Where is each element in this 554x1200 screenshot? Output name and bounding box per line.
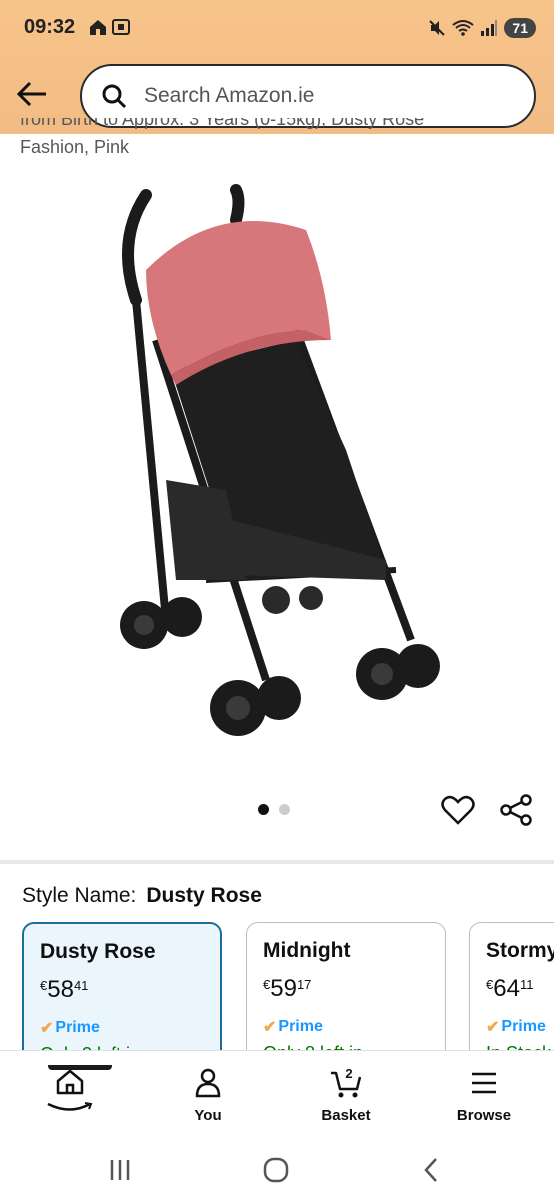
system-navigation-bar (0, 1140, 554, 1200)
nav-home[interactable] (10, 1065, 130, 1113)
pagination-dot-active[interactable] (258, 804, 269, 815)
menu-icon (472, 1072, 496, 1094)
back-arrow-icon[interactable] (14, 78, 50, 110)
variant-card-midnight[interactable]: Midnight €5917 ✔Prime Only 8 left in (246, 922, 446, 1052)
product-image[interactable] (96, 180, 456, 760)
nav-you[interactable]: You (148, 1065, 268, 1124)
variant-name: Stormy (486, 939, 554, 962)
back-button-icon[interactable] (414, 1152, 450, 1188)
image-pagination (258, 804, 290, 815)
recent-apps-icon[interactable] (102, 1152, 138, 1188)
variant-price: €5841 (40, 976, 89, 1003)
active-tab-indicator (48, 1065, 112, 1070)
home-button-icon[interactable] (258, 1152, 294, 1188)
user-icon (195, 1068, 221, 1098)
prime-badge: ✔ Prime (486, 1018, 546, 1036)
nav-basket-label: Basket (321, 1107, 371, 1124)
prime-check-icon: ✔ (486, 1019, 500, 1036)
home-status-icon (90, 20, 106, 35)
section-divider (0, 860, 554, 864)
prime-check-icon: ✔ (263, 1019, 277, 1036)
product-title-line-1: from Birth to Approx. 3 Years (0-15kg), … (20, 118, 425, 129)
style-name-value: Dusty Rose (146, 884, 262, 907)
home-icon (56, 1069, 84, 1095)
variant-cards: Dusty Rose €5841 ✔Prime Only 3 left in M… (22, 922, 554, 1052)
screen-record-icon (112, 19, 130, 35)
share-icon[interactable] (498, 792, 534, 828)
nav-you-label: You (194, 1107, 222, 1124)
product-title-line-2: Fashion, Pink (20, 137, 130, 157)
signal-icon (481, 20, 498, 36)
variant-name: Dusty Rose (40, 940, 156, 963)
heart-icon[interactable] (440, 792, 476, 828)
status-bar: 09:32 71 (0, 0, 554, 56)
prime-badge: ✔ Prime (40, 1019, 100, 1037)
style-name-label: Style Name: (22, 884, 137, 907)
wifi-icon (452, 20, 475, 36)
prime-badge: ✔ Prime (263, 1018, 323, 1036)
battery-indicator: 71 (504, 18, 536, 38)
nav-basket[interactable]: 2 Basket (286, 1065, 406, 1124)
mute-icon (429, 20, 446, 36)
bottom-navigation: You 2 Basket Browse (0, 1050, 554, 1140)
pagination-dot[interactable] (279, 804, 290, 815)
app-header: 09:32 71 Search Amazon.ie (0, 0, 554, 134)
prime-check-icon: ✔ (40, 1020, 54, 1037)
status-time: 09:32 (24, 16, 76, 38)
basket-icon: 2 (331, 1066, 362, 1098)
status-icons: 71 (428, 16, 536, 40)
variant-price: €6411 (486, 975, 534, 1002)
nav-browse[interactable]: Browse (424, 1065, 544, 1124)
style-name-row: Style Name: Dusty Rose (22, 884, 262, 908)
nav-browse-label: Browse (456, 1107, 512, 1124)
variant-name: Midnight (263, 939, 351, 962)
search-icon (102, 84, 127, 109)
variant-price: €5917 (263, 975, 312, 1002)
amazon-smile-icon (47, 1102, 93, 1111)
basket-count: 2 (345, 1066, 352, 1081)
product-title: from Birth to Approx. 3 Years (0-15kg), … (20, 118, 540, 160)
variant-card-stormy[interactable]: Stormy €6411 ✔Prime In Stock (469, 922, 554, 1052)
search-input[interactable]: Search Amazon.ie (144, 84, 314, 108)
variant-card-dusty-rose[interactable]: Dusty Rose €5841 ✔Prime Only 3 left in (22, 922, 222, 1052)
